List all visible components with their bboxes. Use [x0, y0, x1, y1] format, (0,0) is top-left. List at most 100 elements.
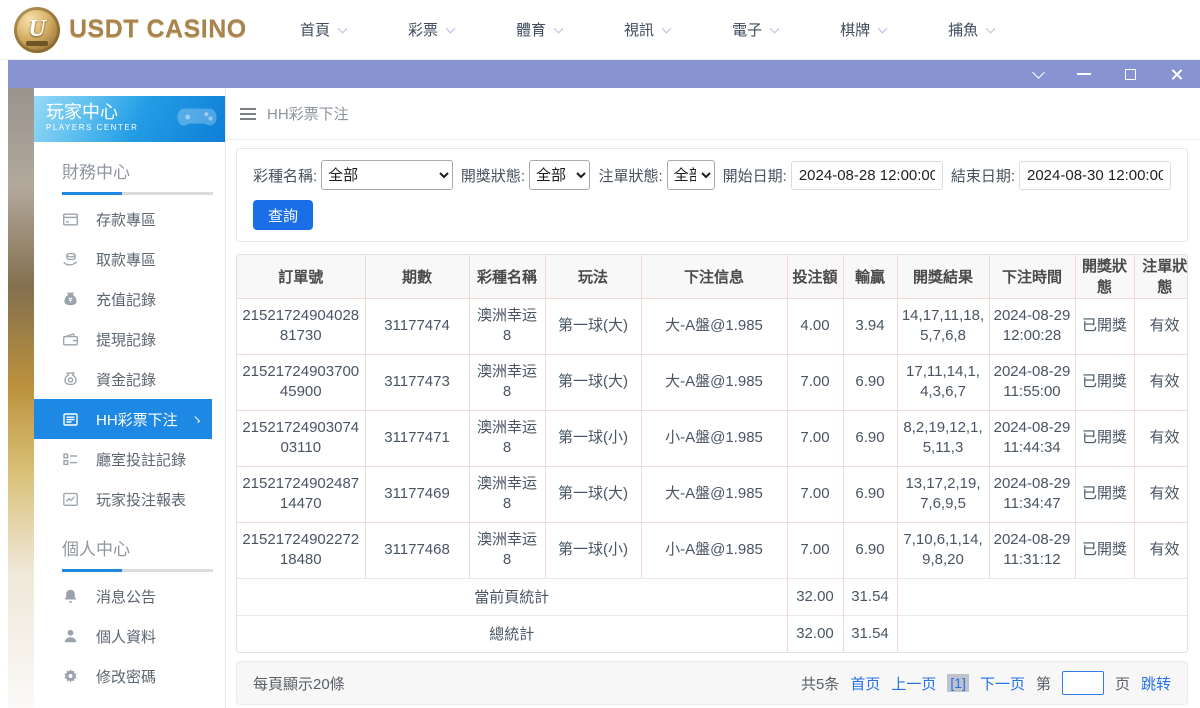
table-cell: 3.94 — [843, 298, 897, 354]
maximize-icon — [1125, 69, 1136, 80]
table-cell: 8,2,19,12,1,5,11,3 — [897, 410, 989, 466]
sidebar-item-1-2[interactable]: 修改密碼 — [34, 656, 225, 696]
col-header-3: 玩法 — [545, 255, 641, 298]
sidebar-item-0-0[interactable]: 存款專區 — [34, 199, 225, 239]
sidebar-item-label: HH彩票下注 — [96, 409, 178, 430]
table-cell: 已開獎 — [1075, 354, 1134, 410]
sidebar-sections: 財務中心存款專區取款專區充值記錄提現記錄資金記錄 HH彩票下注廳室投註記錄玩家投注… — [34, 158, 225, 708]
sidebar-item-0-3[interactable]: 提現記錄 — [34, 319, 225, 359]
next-page-link[interactable]: 下一页 — [980, 673, 1025, 694]
sidebar-item-0-1[interactable]: 取款專區 — [34, 239, 225, 279]
sidebar-item-0-2[interactable]: 充值記錄 — [34, 279, 225, 319]
table-cell: 有效 — [1134, 466, 1188, 522]
jump-button[interactable]: 跳转 — [1141, 673, 1171, 694]
nav-item-6[interactable]: 捕魚 — [948, 19, 994, 40]
players-center-title: 玩家中心 — [46, 101, 215, 123]
prev-page-link[interactable]: 上一页 — [891, 673, 936, 694]
table-row: 215217249024871447031177469澳洲幸运8第一球(大)大-… — [237, 466, 1188, 522]
sidebar: 玩家中心 PLAYERS CENTER 財務中心存款專區取款專區充值記錄提現記錄… — [34, 88, 226, 708]
col-header-6: 輸贏 — [843, 255, 897, 298]
nav-item-2[interactable]: 體育 — [516, 19, 562, 40]
nav-item-label: 電子 — [732, 19, 762, 40]
sidebar-item-label: 提現記錄 — [96, 329, 156, 350]
table-cell: 31177468 — [365, 522, 469, 578]
table-cell: 7.00 — [787, 354, 843, 410]
sidebar-section-title: 財務中心 — [62, 158, 225, 183]
sidebar-item-label: 廳室投註記錄 — [96, 449, 186, 470]
summary-label: 總統計 — [237, 615, 787, 652]
sidebar-item-1-0[interactable]: 消息公告 — [34, 576, 225, 616]
pager: 共5条 首页 上一页 [1] 下一页 第 页 跳转 — [801, 671, 1171, 695]
window-collapse-button[interactable] — [1030, 66, 1046, 82]
table-cell: 大-A盤@1.985 — [641, 466, 787, 522]
sidebar-item-1-1[interactable]: 個人資料 — [34, 616, 225, 656]
table-cell: 小-A盤@1.985 — [641, 522, 787, 578]
table-row: 215217249030740311031177471澳洲幸运8第一球(小)小-… — [237, 410, 1188, 466]
summary-winloss-total: 31.54 — [843, 615, 897, 652]
table-cell: 7.00 — [787, 522, 843, 578]
table-cell: 2152172490248714470 — [237, 466, 365, 522]
players-center-subtitle: PLAYERS CENTER — [46, 123, 215, 132]
table-cell: 7.00 — [787, 466, 843, 522]
section-underline — [62, 569, 213, 572]
table-cell: 澳洲幸运8 — [469, 466, 545, 522]
nav-item-0[interactable]: 首頁 — [300, 19, 346, 40]
end-date-input[interactable] — [1019, 161, 1171, 190]
table-cell: 2024-08-29 11:31:12 — [989, 522, 1075, 578]
recharge-bag-icon — [62, 291, 79, 308]
sidebar-item-0-5[interactable]: HH彩票下注 — [34, 399, 212, 439]
chevron-down-icon — [986, 23, 996, 33]
nav-item-1[interactable]: 彩票 — [408, 19, 454, 40]
nav-item-4[interactable]: 電子 — [732, 19, 778, 40]
chevron-down-icon — [1032, 66, 1045, 79]
total-count-text: 共5条 — [801, 673, 839, 694]
draw-status-select[interactable]: 全部 — [529, 160, 590, 190]
table-cell: 6.90 — [843, 354, 897, 410]
table-body: 215217249040288173031177474澳洲幸运8第一球(大)大-… — [237, 298, 1188, 578]
pagination-bar: 每頁顯示20條 共5条 首页 上一页 [1] 下一页 第 页 跳转 — [236, 661, 1188, 705]
page-jump-input[interactable] — [1062, 671, 1104, 695]
nav-item-5[interactable]: 棋牌 — [840, 19, 886, 40]
menu-icon[interactable] — [240, 108, 256, 120]
sidebar-item-0-6[interactable]: 廳室投註記錄 — [34, 439, 225, 479]
sidebar-item-label: 玩家投注報表 — [96, 489, 186, 510]
window-close-button[interactable] — [1168, 66, 1184, 82]
table-cell: 大-A盤@1.985 — [641, 298, 787, 354]
table-cell: 7.00 — [787, 410, 843, 466]
sidebar-item-0-4[interactable]: 資金記錄 — [34, 359, 225, 399]
lottery-name-select[interactable]: 全部 — [321, 160, 453, 190]
nav-item-label: 彩票 — [408, 19, 438, 40]
usdt-casino-logo-icon: U — [14, 7, 60, 53]
col-header-0: 訂單號 — [237, 255, 365, 298]
first-page-link[interactable]: 首页 — [850, 673, 880, 694]
start-date-input[interactable] — [791, 161, 943, 190]
logo-u-badge: U — [28, 16, 45, 43]
window-minimize-button[interactable] — [1076, 66, 1092, 82]
summary-bet-total: 32.00 — [787, 578, 843, 615]
summary-bet-total: 32.00 — [787, 615, 843, 652]
table-row: 215217249037004590031177473澳洲幸运8第一球(大)大-… — [237, 354, 1188, 410]
query-button[interactable]: 查詢 — [253, 200, 313, 230]
sidebar-item-0-7[interactable]: 玩家投注報表 — [34, 479, 225, 519]
order-status-select[interactable]: 全部 — [667, 160, 715, 190]
table-cell: 第一球(大) — [545, 354, 641, 410]
table-cell: 澳洲幸运8 — [469, 522, 545, 578]
window-maximize-button[interactable] — [1122, 66, 1138, 82]
nav-item-label: 捕魚 — [948, 19, 978, 40]
table-cell: 已開獎 — [1075, 522, 1134, 578]
bet-list-icon — [62, 411, 79, 428]
current-page-indicator[interactable]: [1] — [947, 674, 969, 692]
order-status-label: 注單狀態: — [598, 165, 662, 186]
nav-item-3[interactable]: 視訊 — [624, 19, 670, 40]
header-row: 訂單號期數彩種名稱玩法下注信息投注額輸贏開獎結果下注時間開獎狀態注單狀態 — [237, 255, 1188, 298]
table-cell: 17,11,14,1,4,3,6,7 — [897, 354, 989, 410]
brand[interactable]: U USDT CASINO — [14, 7, 266, 53]
sidebar-item-label: 個人資料 — [96, 626, 156, 647]
table-cell: 2024-08-29 12:00:28 — [989, 298, 1075, 354]
sidebar-item-label: 修改密碼 — [96, 666, 156, 687]
col-header-8: 下注時間 — [989, 255, 1075, 298]
withdraw-hand-icon — [62, 251, 79, 268]
chevron-down-icon — [662, 23, 672, 33]
chevron-right-icon — [193, 415, 200, 422]
page-title: HH彩票下注 — [267, 103, 349, 124]
